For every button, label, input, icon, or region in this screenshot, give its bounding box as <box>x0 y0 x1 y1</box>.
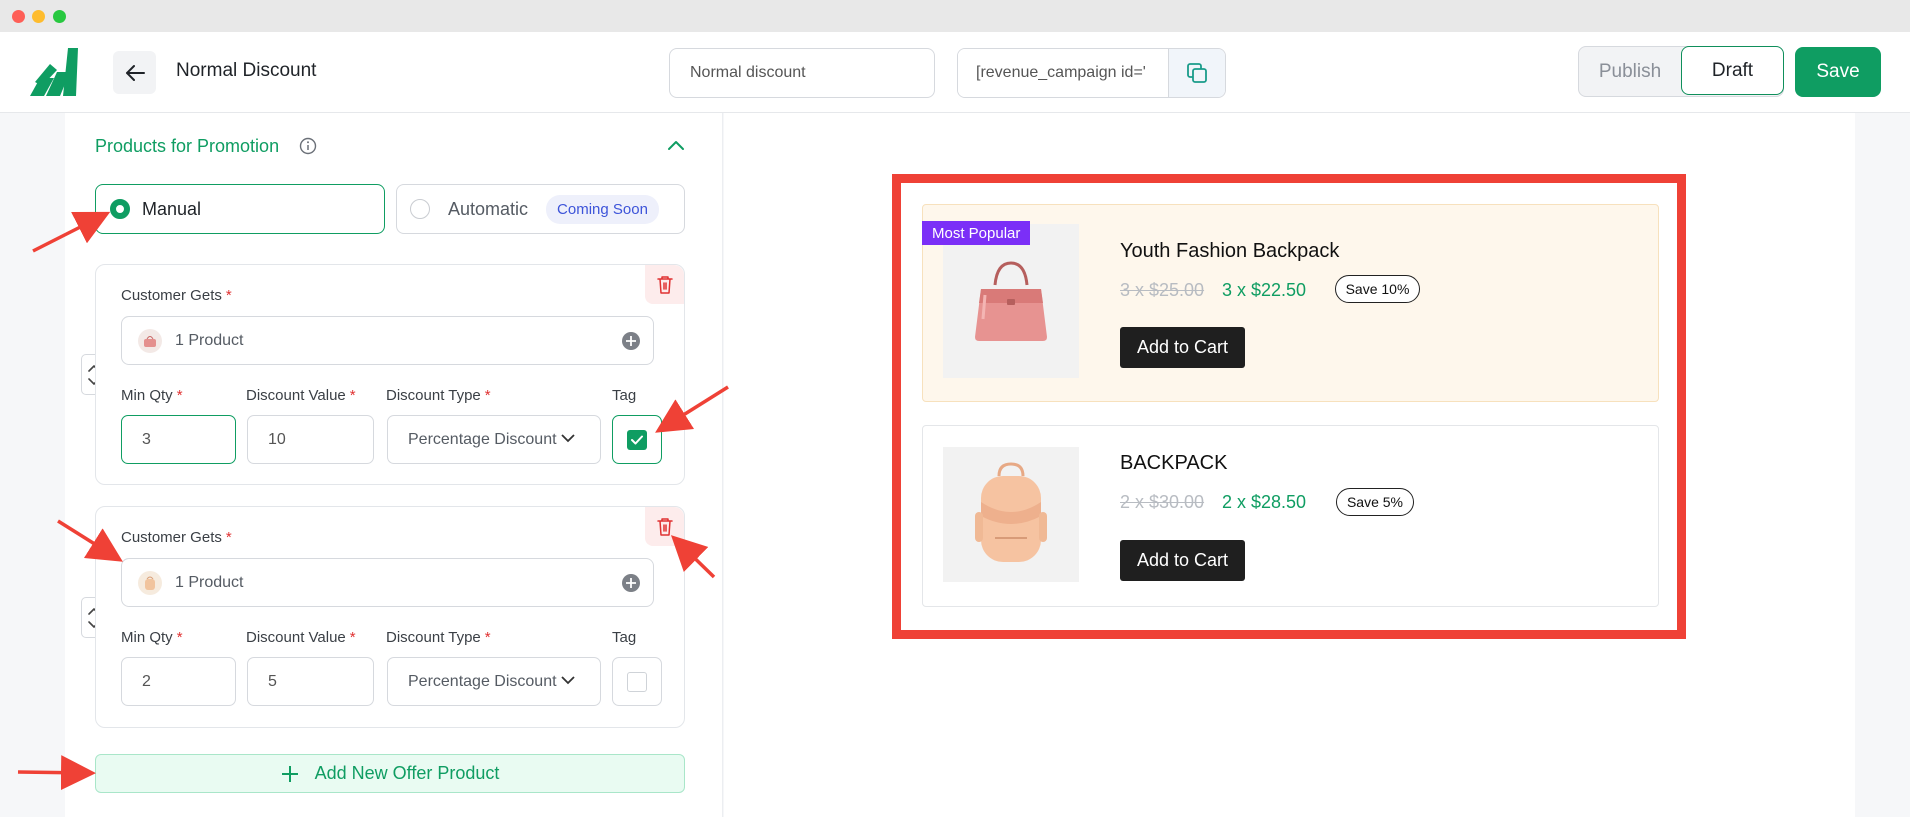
trash-icon <box>656 275 673 294</box>
info-icon[interactable] <box>299 137 317 155</box>
delete-offer-button[interactable] <box>645 265 684 304</box>
mode-manual-label: Manual <box>142 198 202 219</box>
add-offer-product-button[interactable]: Add New Offer Product <box>95 754 685 793</box>
maximize-window-button[interactable] <box>53 10 66 23</box>
tag-checkbox[interactable] <box>612 657 662 706</box>
mode-automatic-label: Automatic <box>448 198 529 219</box>
discount-value-label: Discount Value * <box>246 387 356 404</box>
annotation-highlight-box <box>892 174 1686 639</box>
trash-icon <box>656 517 673 536</box>
publish-button[interactable]: Publish <box>1579 47 1681 96</box>
minimize-window-button[interactable] <box>32 10 45 23</box>
tag-label: Tag <box>612 387 637 404</box>
section-title: Products for Promotion <box>95 136 280 156</box>
checkmark-icon <box>627 429 647 450</box>
add-offer-label: Add New Offer Product <box>314 763 500 783</box>
min-qty-input[interactable] <box>121 657 236 706</box>
page-title: Normal Discount <box>176 60 317 81</box>
product-selector[interactable]: 1 Product <box>121 316 654 365</box>
product-thumbnail <box>138 570 162 595</box>
discount-value-label: Discount Value * <box>246 629 356 646</box>
app-header: Normal Discount Publish Draft Save <box>0 32 1910 113</box>
chevron-down-icon <box>561 676 575 685</box>
coming-soon-badge: Coming Soon <box>546 194 659 224</box>
discount-type-label: Discount Type * <box>386 387 491 404</box>
copy-shortcode-button[interactable] <box>1168 49 1225 97</box>
product-selector[interactable]: 1 Product <box>121 558 654 607</box>
offer-card: Customer Gets * 1 Product Min Qty * Discou… <box>95 264 685 485</box>
customer-gets-label: Customer Gets * <box>121 287 232 304</box>
plus-icon <box>281 765 298 782</box>
customer-gets-label: Customer Gets * <box>121 529 232 546</box>
draft-button[interactable]: Draft <box>1681 46 1784 95</box>
chevron-up-icon[interactable] <box>667 139 685 151</box>
tag-label: Tag <box>612 629 637 646</box>
product-count: 1 Product <box>175 573 244 591</box>
min-qty-input[interactable] <box>121 415 236 464</box>
discount-type-label: Discount Type * <box>386 629 491 646</box>
discount-type-value: Percentage Discount <box>408 672 557 690</box>
discount-type-select[interactable]: Percentage Discount <box>387 415 601 464</box>
radio-selected-icon <box>110 199 130 219</box>
window-titlebar <box>0 0 1910 32</box>
mode-automatic-option[interactable]: Automatic Coming Soon <box>396 184 685 234</box>
backpack-icon <box>145 576 155 590</box>
save-button[interactable]: Save <box>1795 47 1881 97</box>
min-qty-label: Min Qty * <box>121 387 183 404</box>
tag-checkbox[interactable] <box>612 415 662 464</box>
discount-type-value: Percentage Discount <box>408 430 557 448</box>
back-button[interactable] <box>113 51 156 94</box>
mode-manual-option[interactable]: Manual <box>95 184 385 234</box>
status-toggle: Publish Draft <box>1578 46 1784 97</box>
preview-gutter <box>1855 113 1910 817</box>
discount-value-input[interactable] <box>247 657 374 706</box>
discount-type-select[interactable]: Percentage Discount <box>387 657 601 706</box>
app-logo <box>30 48 78 96</box>
close-window-button[interactable] <box>12 10 25 23</box>
handbag-icon <box>144 335 156 347</box>
min-qty-label: Min Qty * <box>121 629 183 646</box>
campaign-name-input[interactable] <box>669 48 935 98</box>
product-thumbnail <box>138 328 162 353</box>
add-product-icon[interactable] <box>621 573 641 593</box>
product-count: 1 Product <box>175 331 244 349</box>
discount-value-input[interactable] <box>247 415 374 464</box>
add-product-icon[interactable] <box>621 331 641 351</box>
copy-icon <box>1187 63 1207 83</box>
checkbox-empty-icon <box>627 671 647 692</box>
radio-unselected-icon <box>410 199 430 219</box>
shortcode-input[interactable] <box>958 49 1168 97</box>
chevron-down-icon <box>561 434 575 443</box>
delete-offer-button[interactable] <box>645 507 684 546</box>
arrow-left-icon <box>125 64 145 81</box>
offer-card: Customer Gets * 1 Product Min Qty * Discou… <box>95 506 685 728</box>
shortcode-field <box>957 48 1226 98</box>
